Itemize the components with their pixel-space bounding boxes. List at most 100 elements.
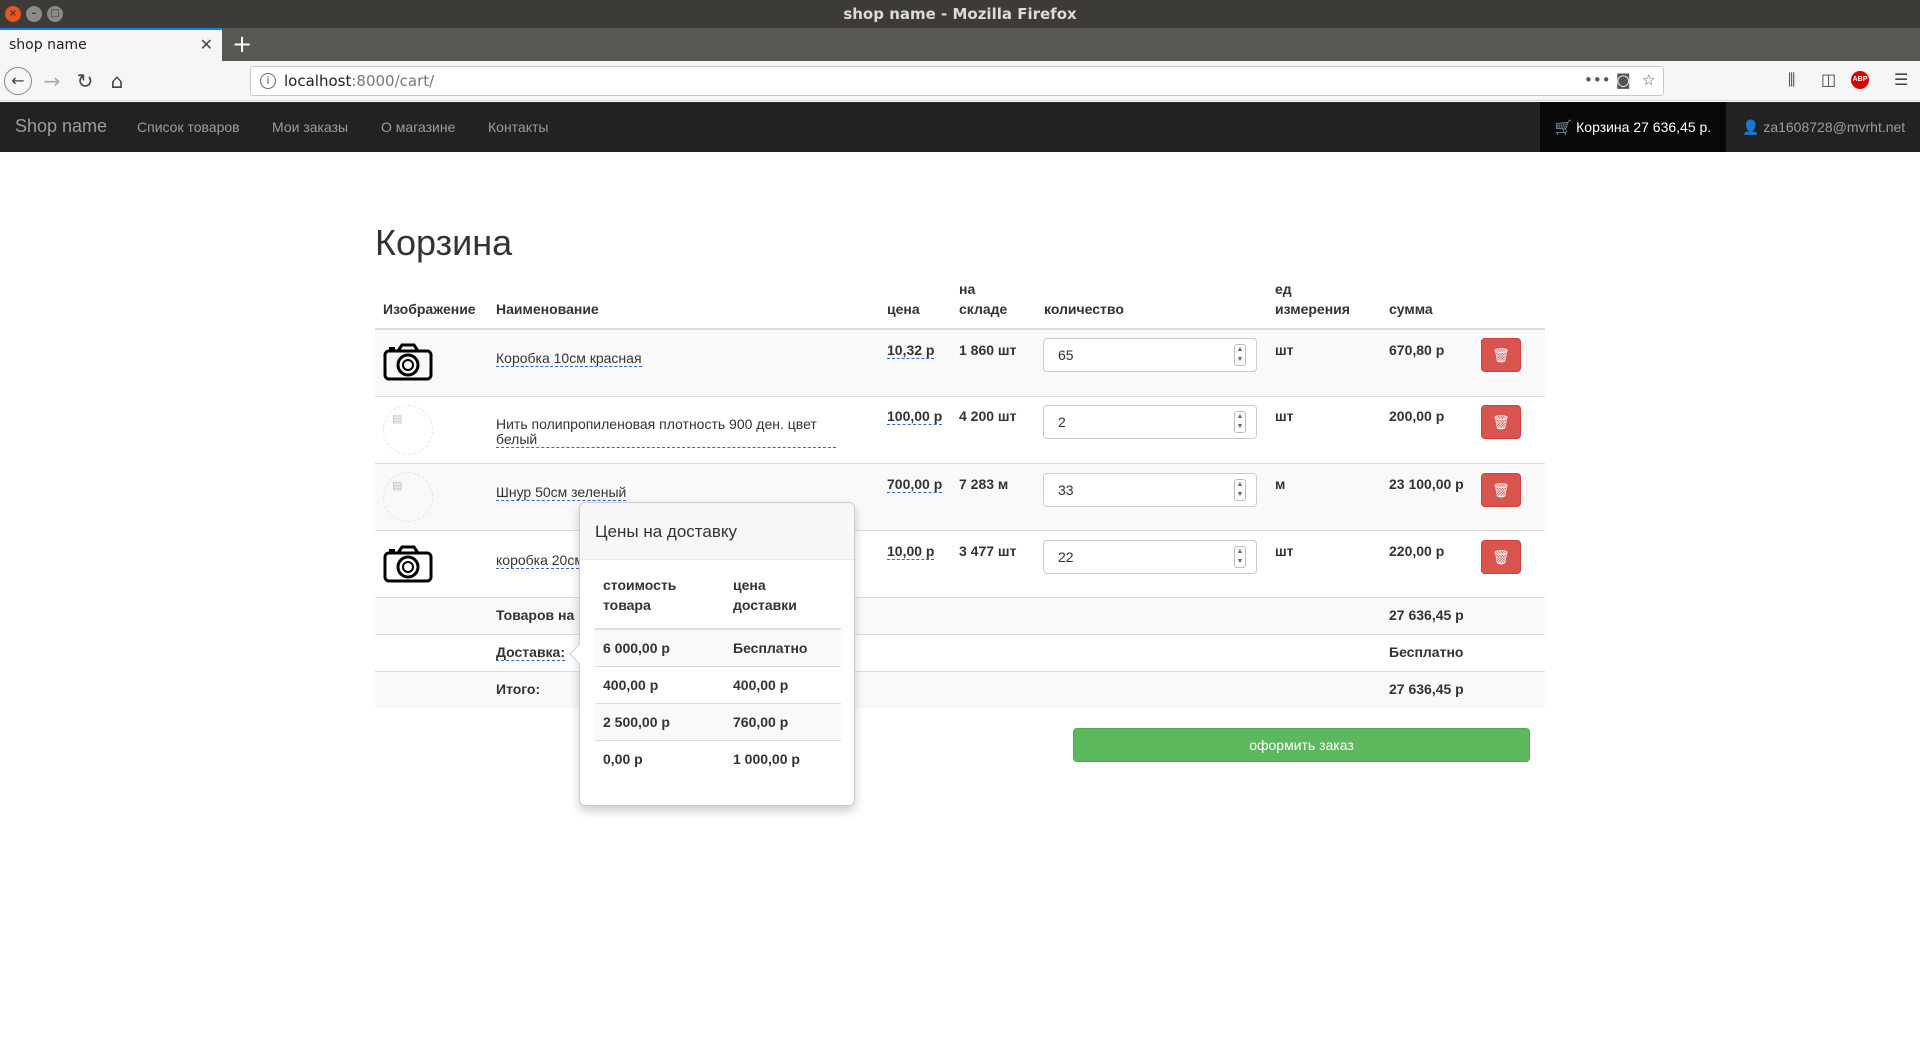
browser-navbar: ← → ↻ ⌂ i localhost:8000/cart/ ••• ◙ ☆ ⫼…: [0, 61, 1920, 101]
header-image: Изображение: [383, 301, 476, 317]
delete-button[interactable]: 🗑: [1481, 338, 1521, 372]
delete-button[interactable]: 🗑: [1481, 405, 1521, 439]
product-sum: 200,00 р: [1389, 408, 1445, 424]
product-name-link[interactable]: коробка 20см: [496, 553, 584, 569]
product-name-link[interactable]: Коробка 10см красная: [496, 351, 642, 367]
product-sum: 670,80 р: [1389, 342, 1445, 358]
window-close-button[interactable]: ×: [5, 6, 21, 22]
back-button[interactable]: ←: [4, 67, 32, 95]
site-navbar: Shop name Список товаров Мои заказы О ма…: [0, 102, 1920, 152]
header-sum: сумма: [1389, 301, 1433, 317]
window-title: shop name - Mozilla Firefox: [843, 5, 1077, 23]
sidebar-icon[interactable]: ◫: [1821, 70, 1836, 89]
product-price[interactable]: 700,00 р: [887, 476, 943, 493]
trash-icon: 🗑: [1492, 414, 1510, 430]
tab-title: shop name: [9, 37, 87, 53]
bookmark-star-icon[interactable]: ☆: [1642, 71, 1655, 89]
total-value: 27 636,45 р: [1389, 681, 1464, 697]
pocket-icon[interactable]: ◙: [1616, 71, 1631, 89]
goods-total-row: Товаров на 27 636,45 р: [375, 597, 1545, 634]
adblock-icon[interactable]: ABP: [1851, 71, 1869, 89]
library-icon[interactable]: ⫼: [1788, 70, 1795, 90]
product-price[interactable]: 10,32 р: [887, 342, 935, 359]
delivery-value: Бесплатно: [733, 640, 808, 656]
nav-about[interactable]: О магазине: [381, 119, 455, 135]
cart-summary: Корзина 27 636,45 р.: [1576, 119, 1712, 135]
window-minimize-button[interactable]: –: [26, 6, 42, 22]
product-unit: м: [1275, 476, 1286, 492]
table-row: Коробка 10см красная 10,32 р 1 860 шт 65…: [375, 329, 1545, 396]
browser-tab[interactable]: shop name ✕: [0, 28, 222, 61]
menu-icon[interactable]: ☰: [1894, 70, 1908, 89]
table-row: 400,00 р 400,00 р: [595, 666, 841, 703]
tab-close-icon[interactable]: ✕: [200, 35, 213, 54]
product-price[interactable]: 10,00 р: [887, 543, 935, 560]
table-row: ▤ Нить полипропиленовая плотность 900 де…: [375, 396, 1545, 463]
cart-icon: 🛒: [1554, 119, 1573, 135]
quantity-stepper[interactable]: 2 ▲ ▼: [1043, 405, 1257, 439]
total-label: Итого:: [496, 681, 541, 697]
goods-total-label: Товаров на: [496, 607, 575, 623]
broken-image-icon: ▤: [383, 472, 433, 522]
delivery-value: 760,00 р: [733, 714, 789, 730]
broken-image-icon: ▤: [383, 405, 433, 455]
new-tab-button[interactable]: +: [232, 30, 252, 58]
header-qty: количество: [1044, 301, 1124, 317]
nav-contacts[interactable]: Контакты: [488, 119, 548, 135]
product-name-link[interactable]: Шнур 50см зеленый: [496, 485, 627, 501]
product-price[interactable]: 100,00 р: [887, 408, 943, 425]
cost-value: 400,00 р: [603, 677, 659, 693]
spinner-icon[interactable]: ▲ ▼: [1234, 479, 1246, 501]
product-stock: 3 477 шт: [959, 543, 1017, 559]
delivery-label[interactable]: Доставка:: [496, 644, 566, 661]
delete-button[interactable]: 🗑: [1481, 540, 1521, 574]
spinner-icon[interactable]: ▲ ▼: [1234, 411, 1246, 433]
page-title: Корзина: [375, 222, 513, 263]
nav-products[interactable]: Список товаров: [137, 119, 240, 135]
total-row: Итого: 27 636,45 р: [375, 671, 1545, 708]
product-stock: 1 860 шт: [959, 342, 1017, 358]
table-row: 6 000,00 р Бесплатно: [595, 628, 841, 665]
product-sum: 220,00 р: [1389, 543, 1445, 559]
delivery-value: 1 000,00 р: [733, 751, 800, 767]
home-button[interactable]: ⌂: [103, 67, 131, 95]
nav-my-orders[interactable]: Мои заказы: [272, 119, 348, 135]
camera-icon: [383, 343, 433, 381]
spinner-icon[interactable]: ▲ ▼: [1234, 546, 1246, 568]
delivery-value: Бесплатно: [1389, 644, 1464, 660]
user-icon: 👤: [1742, 119, 1760, 135]
cost-value: 0,00 р: [603, 751, 643, 767]
site-info-icon[interactable]: i: [260, 73, 276, 89]
cost-value: 6 000,00 р: [603, 640, 670, 656]
user-email: za1608728@mvrht.net: [1763, 119, 1906, 135]
site-brand[interactable]: Shop name: [15, 116, 107, 137]
cost-value: 2 500,00 р: [603, 714, 670, 730]
window-maximize-button[interactable]: □: [47, 6, 63, 22]
table-row: 2 500,00 р 760,00 р: [595, 703, 841, 740]
delete-button[interactable]: 🗑: [1481, 473, 1521, 507]
reload-button[interactable]: ↻: [71, 67, 99, 95]
product-unit: шт: [1275, 408, 1294, 424]
table-row: ▤ Шнур 50см зеленый 700,00 р 7 283 м 33 ▲…: [375, 463, 1545, 530]
quantity-stepper[interactable]: 65 ▲ ▼: [1043, 338, 1257, 372]
trash-icon: 🗑: [1492, 549, 1510, 565]
product-sum: 23 100,00 р: [1389, 476, 1464, 492]
place-order-button[interactable]: оформить заказ: [1073, 728, 1530, 762]
tab-strip: shop name ✕ +: [0, 28, 1920, 61]
popover-title: Цены на доставку: [580, 503, 854, 560]
product-unit: шт: [1275, 342, 1294, 358]
spinner-icon[interactable]: ▲ ▼: [1234, 344, 1246, 366]
window-titlebar: × – □ shop name - Mozilla Firefox: [0, 0, 1920, 28]
delivery-prices-popover: Цены на доставку стоимость товара цена дос…: [569, 502, 855, 806]
header-price: цена: [887, 301, 920, 317]
table-row: 0,00 р 1 000,00 р: [595, 740, 841, 777]
quantity-stepper[interactable]: 33 ▲ ▼: [1043, 473, 1257, 507]
user-link[interactable]: 👤 za1608728@mvrht.net: [1742, 119, 1905, 136]
forward-button[interactable]: →: [38, 67, 66, 95]
cart-link[interactable]: 🛒 Корзина 27 636,45 р.: [1540, 102, 1726, 152]
header-name: Наименование: [496, 301, 599, 317]
page-actions-icon[interactable]: •••: [1584, 71, 1611, 89]
url-bar[interactable]: i localhost:8000/cart/ ••• ◙ ☆: [250, 66, 1664, 96]
product-name-link[interactable]: Нить полипропиленовая плотность 900 ден.…: [496, 417, 836, 448]
quantity-stepper[interactable]: 22 ▲ ▼: [1043, 540, 1257, 574]
